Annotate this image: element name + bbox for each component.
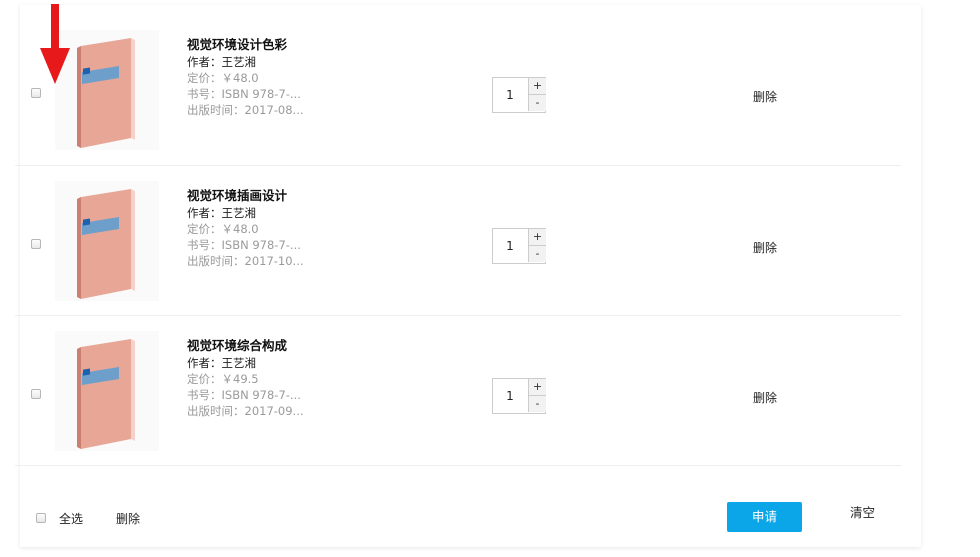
book-cover-icon — [77, 189, 135, 299]
divider — [15, 465, 901, 466]
delete-selected-button[interactable]: 删除 — [116, 510, 140, 527]
book-thumbnail[interactable] — [55, 181, 159, 301]
increment-button[interactable]: + — [528, 229, 546, 246]
down-arrow-icon — [40, 4, 70, 84]
item-price: 定价：￥48.0 — [187, 222, 259, 236]
quantity-stepper: 1 + - — [492, 378, 546, 414]
quantity-stepper: 1 + - — [492, 228, 546, 264]
delete-item-button[interactable]: 删除 — [753, 239, 777, 256]
item-checkbox[interactable] — [31, 239, 41, 249]
item-title[interactable]: 视觉环境插画设计 — [187, 188, 312, 204]
delete-item-button[interactable]: 删除 — [753, 389, 777, 406]
item-pubdate: 出版时间：2017-08... — [187, 103, 304, 117]
decrement-button[interactable]: - — [528, 246, 546, 262]
item-isbn: 书号：ISBN 978-7-... — [187, 388, 301, 402]
apply-button[interactable]: 申请 — [727, 502, 802, 532]
decrement-button[interactable]: - — [528, 396, 546, 412]
item-info: 视觉环境综合构成 作者：王艺湘 定价：￥49.5 书号：ISBN 978-7-.… — [187, 338, 312, 419]
item-info: 视觉环境设计色彩 作者：王艺湘 定价：￥48.0 书号：ISBN 978-7-.… — [187, 37, 312, 118]
clear-button[interactable]: 清空 — [850, 502, 875, 521]
select-all-checkbox[interactable] — [36, 513, 46, 523]
item-price: 定价：￥48.0 — [187, 71, 259, 85]
cart-item-row: 视觉环境设计色彩 作者：王艺湘 定价：￥48.0 书号：ISBN 978-7-.… — [15, 15, 901, 165]
quantity-input[interactable]: 1 — [493, 78, 527, 112]
item-price: 定价：￥49.5 — [187, 372, 259, 386]
cart-item-row: 视觉环境综合构成 作者：王艺湘 定价：￥49.5 书号：ISBN 978-7-.… — [15, 315, 901, 466]
item-author: 作者：王艺湘 — [187, 55, 256, 69]
item-isbn: 书号：ISBN 978-7-... — [187, 87, 301, 101]
item-author: 作者：王艺湘 — [187, 206, 256, 220]
item-title[interactable]: 视觉环境设计色彩 — [187, 37, 312, 53]
delete-item-button[interactable]: 删除 — [753, 88, 777, 105]
quantity-stepper: 1 + - — [492, 77, 546, 113]
item-checkbox[interactable] — [31, 389, 41, 399]
cart-item-row: 视觉环境插画设计 作者：王艺湘 定价：￥48.0 书号：ISBN 978-7-.… — [15, 165, 901, 316]
quantity-input[interactable]: 1 — [493, 229, 527, 263]
item-author: 作者：王艺湘 — [187, 356, 256, 370]
increment-button[interactable]: + — [528, 78, 546, 95]
decrement-button[interactable]: - — [528, 95, 546, 111]
item-pubdate: 出版时间：2017-10... — [187, 254, 304, 268]
item-pubdate: 出版时间：2017-09... — [187, 404, 304, 418]
book-cover-icon — [77, 339, 135, 449]
item-isbn: 书号：ISBN 978-7-... — [187, 238, 301, 252]
quantity-input[interactable]: 1 — [493, 379, 527, 413]
increment-button[interactable]: + — [528, 379, 546, 396]
item-title[interactable]: 视觉环境综合构成 — [187, 338, 312, 354]
select-all-label[interactable]: 全选 — [59, 510, 83, 527]
item-info: 视觉环境插画设计 作者：王艺湘 定价：￥48.0 书号：ISBN 978-7-.… — [187, 188, 312, 269]
item-checkbox[interactable] — [31, 88, 41, 98]
book-thumbnail[interactable] — [55, 331, 159, 451]
